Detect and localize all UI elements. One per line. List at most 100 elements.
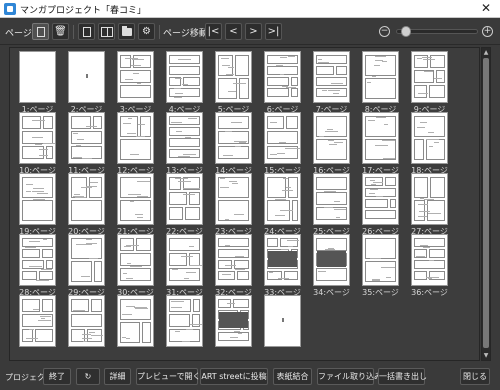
page-thumbnail[interactable] (411, 51, 448, 103)
preview-button[interactable]: プレビューで開く (136, 368, 201, 385)
page-thumbnail[interactable] (166, 295, 203, 347)
page-thumbnail[interactable] (215, 295, 252, 347)
page-thumbnail[interactable] (19, 234, 56, 286)
sketch-line (133, 73, 139, 74)
file-import-button[interactable]: ファイル取り込み (317, 368, 382, 385)
prev-page-button[interactable]: < (225, 23, 242, 40)
sketch-line (43, 143, 55, 144)
end-button[interactable]: 終了 (43, 368, 71, 385)
sketch-line (130, 201, 134, 202)
vertical-scrollbar[interactable]: ▲ ▼ (481, 47, 491, 361)
app-icon (4, 3, 16, 15)
refresh-button[interactable]: ↻ (76, 368, 100, 385)
spread-view-button[interactable] (98, 23, 115, 40)
single-page-view-button[interactable] (32, 23, 49, 40)
manga-panel (142, 322, 151, 343)
page-thumbnail[interactable] (264, 295, 301, 347)
page-thumbnail[interactable] (19, 112, 56, 164)
page-thumbnail[interactable] (411, 173, 448, 225)
page-thumbnail[interactable] (215, 112, 252, 164)
next-page-button[interactable]: > (245, 23, 262, 40)
page-thumbnail[interactable] (19, 295, 56, 347)
page-thumbnail[interactable] (362, 234, 399, 286)
page-thumbnail[interactable] (313, 234, 350, 286)
sketch-line (325, 131, 338, 132)
page-thumbnail[interactable] (117, 173, 154, 225)
page-thumbnail[interactable] (362, 112, 399, 164)
page-thumbnail[interactable] (215, 173, 252, 225)
page-thumbnail[interactable] (68, 234, 105, 286)
sketch-line (287, 148, 300, 149)
manga-panel (429, 249, 445, 258)
page-thumbnail[interactable] (411, 234, 448, 286)
page-thumbnail[interactable] (68, 51, 105, 103)
zoom-out-button[interactable]: − (379, 26, 390, 37)
sketch-line (91, 335, 103, 336)
bottom-bar: プロジェクト: 終了 ↻ 詳細 プレビューで開く ART streetに投稿 表… (0, 364, 500, 390)
zoom-in-button[interactable]: + (482, 26, 493, 37)
page-thumbnail[interactable] (166, 173, 203, 225)
sketch-line (334, 209, 346, 210)
next-page-icon: > (249, 26, 258, 37)
cover-combine-button[interactable]: 表紙結合 (273, 368, 312, 385)
sketch-line (229, 181, 237, 182)
page-thumbnail[interactable] (68, 295, 105, 347)
page-thumbnail[interactable] (117, 112, 154, 164)
scrollbar-thumb[interactable] (483, 58, 489, 348)
page-thumbnail[interactable] (117, 295, 154, 347)
page-thumbnail[interactable] (313, 173, 350, 225)
page-thumbnail[interactable] (264, 51, 301, 103)
page-move-label: ページ移動 (163, 29, 208, 39)
page-thumbnail[interactable] (215, 234, 252, 286)
add-page-button[interactable] (78, 23, 95, 40)
page-thumbnail[interactable] (313, 112, 350, 164)
page-thumbnail[interactable] (362, 173, 399, 225)
detail-button[interactable]: 詳細 (104, 368, 131, 385)
manga-panel (120, 322, 140, 343)
sketch-line (276, 65, 283, 66)
open-folder-button[interactable] (118, 23, 135, 40)
page-thumbnail[interactable] (19, 173, 56, 225)
sketch-line (188, 118, 197, 119)
close-button[interactable]: 閉じる (460, 368, 490, 385)
first-page-button[interactable]: |< (205, 23, 222, 40)
page-thumbnail[interactable] (264, 112, 301, 164)
sketch-line (43, 239, 47, 240)
page-thumbnail[interactable] (166, 234, 203, 286)
sketch-line (189, 188, 200, 189)
window-close-button[interactable]: ✕ (475, 1, 497, 16)
delete-page-button[interactable]: 🗑 (52, 23, 69, 40)
artstreet-post-button[interactable]: ART streetに投稿 (200, 368, 268, 385)
batch-export-button[interactable]: 一括書き出し (378, 368, 427, 385)
page-thumbnail[interactable] (362, 51, 399, 103)
zoom-slider[interactable] (396, 26, 478, 37)
zoom-slider-handle[interactable] (401, 26, 411, 37)
manga-panel (267, 177, 286, 198)
page-thumbnail[interactable] (166, 112, 203, 164)
page-thumbnail[interactable] (19, 51, 56, 103)
page-thumbnail[interactable] (264, 234, 301, 286)
page-settings-button[interactable]: ⚙ (138, 23, 155, 40)
manga-panel (316, 177, 347, 190)
page-thumbnail[interactable] (166, 51, 203, 103)
sketch-line (386, 277, 391, 278)
page-thumbnail[interactable] (117, 234, 154, 286)
sketch-line (283, 178, 288, 179)
sketch-line (175, 178, 188, 179)
sketch-line (376, 117, 386, 118)
page-thumbnail[interactable] (411, 112, 448, 164)
page-thumbnail[interactable] (313, 51, 350, 103)
sketch-line (126, 338, 130, 339)
sketch-line (32, 137, 43, 138)
page-thumbnail[interactable] (117, 51, 154, 103)
page-thumbnail[interactable] (215, 51, 252, 103)
page-thumbnail[interactable] (264, 173, 301, 225)
spread-icon (101, 27, 113, 37)
scroll-down-arrow-icon[interactable]: ▼ (482, 351, 490, 360)
page-thumbnail[interactable] (68, 112, 105, 164)
sketch-line (424, 199, 434, 200)
scroll-up-arrow-icon[interactable]: ▲ (482, 48, 490, 57)
manga-panel (169, 238, 200, 251)
page-thumbnail[interactable] (68, 173, 105, 225)
last-page-button[interactable]: >| (265, 23, 282, 40)
